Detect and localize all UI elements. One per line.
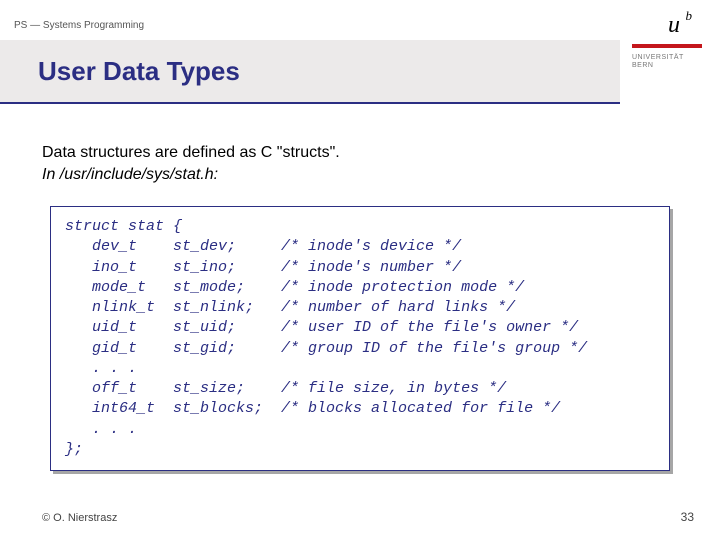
logo-uni-line2: BERN bbox=[632, 62, 653, 69]
slide-title: User Data Types bbox=[38, 56, 240, 87]
footer-copyright: © O. Nierstrasz bbox=[42, 512, 117, 524]
body-line-1: Data structures are defined as C "struct… bbox=[42, 142, 340, 164]
body-text: Data structures are defined as C "struct… bbox=[42, 142, 340, 185]
logo-b-letter: b bbox=[686, 8, 693, 24]
logo-u-letter: u bbox=[668, 12, 680, 39]
page-number: 33 bbox=[681, 510, 694, 524]
logo-red-bar bbox=[632, 44, 702, 48]
code-block: struct stat { dev_t st_dev; /* inode's d… bbox=[50, 206, 670, 471]
course-header: PS — Systems Programming bbox=[14, 20, 144, 31]
body-line-2: In /usr/include/sys/stat.h: bbox=[42, 164, 340, 186]
title-band: User Data Types bbox=[0, 40, 620, 104]
university-logo: u b UNIVERSITÄT BERN bbox=[632, 8, 702, 104]
logo-uni-line1: UNIVERSITÄT bbox=[632, 54, 684, 61]
logo-university-text: UNIVERSITÄT BERN bbox=[632, 54, 702, 71]
